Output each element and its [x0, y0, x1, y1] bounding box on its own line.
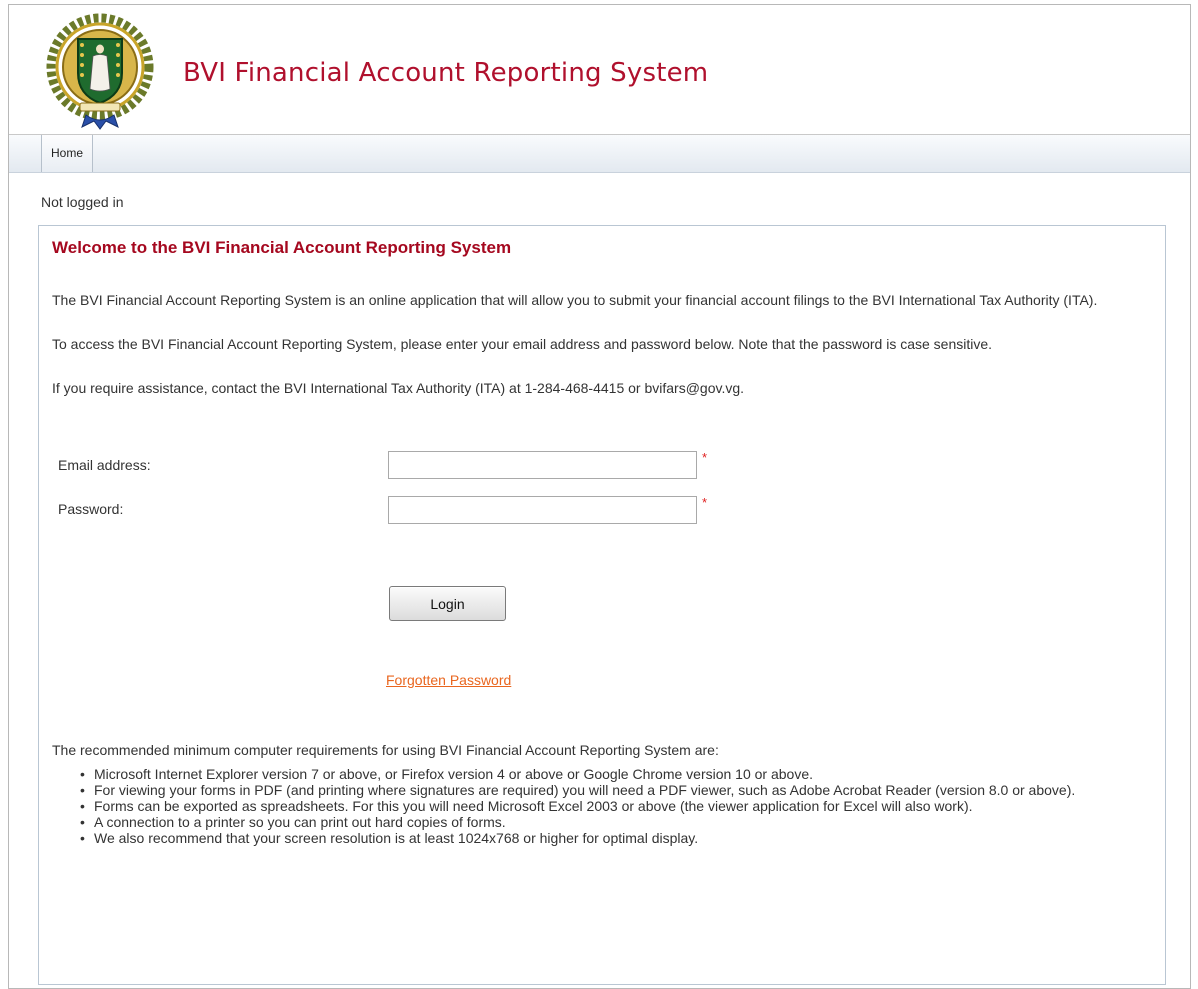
list-item: For viewing your forms in PDF (and print… — [76, 782, 1156, 798]
login-status: Not logged in — [41, 194, 124, 210]
forgotten-password-link[interactable]: Forgotten Password — [386, 672, 511, 688]
page-frame: BVI Financial Account Reporting System H… — [8, 4, 1191, 989]
list-item: We also recommend that your screen resol… — [76, 830, 1156, 846]
email-field[interactable] — [388, 451, 697, 479]
email-required-marker: * — [702, 450, 708, 465]
welcome-panel: Welcome to the BVI Financial Account Rep… — [38, 225, 1166, 985]
login-button[interactable]: Login — [389, 586, 506, 621]
password-field[interactable] — [388, 496, 697, 524]
site-header: BVI Financial Account Reporting System — [9, 5, 1190, 135]
main-nav: Home — [9, 135, 1190, 173]
intro-text: The BVI Financial Account Reporting Syst… — [52, 292, 1098, 308]
welcome-title: Welcome to the BVI Financial Account Rep… — [52, 238, 512, 257]
requirements-list: Microsoft Internet Explorer version 7 or… — [76, 766, 1156, 846]
assistance-text: If you require assistance, contact the B… — [52, 380, 745, 396]
list-item: Microsoft Internet Explorer version 7 or… — [76, 766, 1156, 782]
access-text: To access the BVI Financial Account Repo… — [52, 336, 993, 352]
password-label: Password: — [58, 501, 124, 517]
password-required-marker: * — [702, 495, 708, 510]
list-item: Forms can be exported as spreadsheets. F… — [76, 798, 1156, 814]
email-label: Email address: — [58, 457, 151, 473]
site-title: BVI Financial Account Reporting System — [183, 58, 709, 88]
nav-item-home[interactable]: Home — [41, 135, 94, 172]
coat-of-arms-icon — [46, 13, 154, 130]
list-item: A connection to a printer so you can pri… — [76, 814, 1156, 830]
requirements-heading: The recommended minimum computer require… — [52, 742, 719, 758]
